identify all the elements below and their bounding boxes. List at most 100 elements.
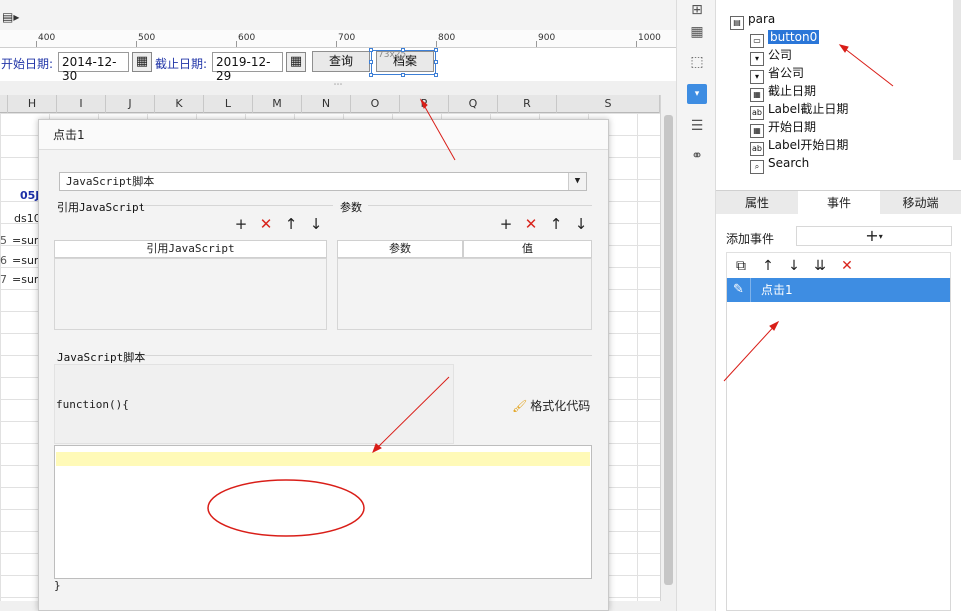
ruler-tick [36,41,37,47]
column-header[interactable]: H [8,95,57,113]
ruler-tick [136,41,137,47]
pane-splitter[interactable]: ⋯ [0,81,676,95]
frame-icon[interactable]: ⬚ [687,52,707,72]
resize-handle[interactable] [369,60,373,64]
tree-item-label: 开始日期 [768,120,817,134]
tab-widget-icon[interactable]: ☰ [687,116,707,136]
column-header[interactable]: J [106,95,155,113]
code-editor[interactable] [54,445,592,579]
tree-item-start-date[interactable]: ▦ 开始日期 [750,119,817,138]
corner-cell [0,95,8,113]
column-header[interactable]: R [498,95,557,113]
delete-icon[interactable]: ✕ [522,215,540,233]
event-item[interactable]: ✎ 点击1 [727,278,950,302]
start-date-input[interactable]: 2014-12-30 [58,52,129,83]
end-date-label: 截止日期: [155,57,208,71]
column-header[interactable]: O [351,95,400,113]
link-icon[interactable]: ⚭ [687,146,707,166]
param-table[interactable] [337,258,592,330]
tree-item-label: Label截止日期 [768,102,849,116]
pencil-icon[interactable]: ✎ [727,278,751,302]
tree-item-button0[interactable]: ▭ button0 [750,29,820,48]
tab-events[interactable]: 事件 [798,191,880,215]
value-column-header[interactable]: 值 [463,240,592,258]
format-code-button[interactable]: 🖌 格式化代码 [512,397,590,414]
calendar-icon[interactable]: ▦ [132,52,152,72]
property-tabs: 属性 事件 移动端 [716,190,961,215]
resize-handle[interactable] [434,60,438,64]
column-header[interactable]: L [204,95,253,113]
script-type-select[interactable]: JavaScript脚本 ▼ [59,172,587,191]
section-divider [143,355,592,356]
delete-icon[interactable]: ✕ [257,215,275,233]
column-header[interactable]: N [302,95,351,113]
row-number: 5 [0,234,7,247]
arrow-up-icon[interactable]: ↑ [758,256,778,276]
tree-item-end-date[interactable]: ▦ 截止日期 [750,83,816,102]
tree-scrollbar[interactable] [953,0,961,160]
ruler-label: 700 [338,33,356,43]
move-bottom-icon[interactable]: ⇊ [810,256,830,276]
column-header[interactable]: M [253,95,302,113]
arrow-up-icon[interactable]: ↑ [547,215,565,233]
ref-js-section-label: 引用JavaScript [57,201,146,214]
column-header[interactable]: Q [449,95,498,113]
calendar-icon[interactable]: ▦ [286,52,306,72]
ref-js-table[interactable] [54,258,327,330]
column-header[interactable]: P [400,95,449,113]
scrollbar-thumb[interactable] [664,115,673,585]
combo-icon: ▾ [750,52,764,66]
add-icon[interactable]: + [232,215,250,233]
event-list [726,278,951,611]
tree-item-label: 公司 [768,48,793,62]
tree-item-label-start-date[interactable]: ab Label开始日期 [750,137,849,156]
tree-root[interactable]: ▤ para [730,11,775,30]
ruler-label: 900 [538,33,556,43]
add-event-button[interactable]: +▾ [796,226,952,246]
arrow-down-icon[interactable]: ↓ [572,215,590,233]
vertical-scrollbar[interactable] [660,95,676,601]
resize-handle[interactable] [369,48,373,52]
ruler-tick [636,41,637,47]
resize-handle[interactable] [434,48,438,52]
dropdown-widget-icon[interactable]: ▾ [687,84,707,104]
add-event-label: 添加事件 [726,232,775,246]
grid-widget-icon[interactable]: ▦ [687,22,707,42]
sheet-cell[interactable]: ds10 [14,212,41,225]
selection-frame[interactable] [369,48,438,77]
param-column-header[interactable]: 参数 [337,240,463,258]
delete-icon[interactable]: ✕ [837,256,857,276]
table-icon[interactable]: ⊞ [687,0,707,20]
tree-item-label: Label开始日期 [768,138,849,152]
resize-handle[interactable] [401,73,405,77]
tab-mobile[interactable]: 移动端 [880,191,961,215]
arrow-up-icon[interactable]: ↑ [282,215,300,233]
arrow-down-icon[interactable]: ↓ [784,256,804,276]
arrow-down-icon[interactable]: ↓ [307,215,325,233]
ruler-label: 1000 [638,33,661,43]
add-icon[interactable]: + [497,215,515,233]
template-icon[interactable]: ▤▸ [2,10,24,26]
tree-item-label-end-date[interactable]: ab Label截止日期 [750,101,849,120]
end-date-input[interactable]: 2019-12-29 [212,52,283,83]
tree-item-label: Search [768,156,810,170]
function-footer: } [54,579,61,592]
tree-item-province-company[interactable]: ▾ 省公司 [750,65,804,84]
query-button[interactable]: 查询 [312,51,370,72]
column-header[interactable]: K [155,95,204,113]
resize-handle[interactable] [401,48,405,52]
copy-icon[interactable]: ⧉ [731,256,751,276]
tree-item-company[interactable]: ▾ 公司 [750,47,793,66]
widget-tree: ▤ para ▭ button0 ▾ 公司 ▾ 省公司 ▦ 截止日期 ab Label截止日… [716,0,961,190]
resize-handle[interactable] [369,73,373,77]
button-icon: ▭ [750,34,764,48]
sheet-cell[interactable]: 05J [20,189,39,202]
ref-js-column-header[interactable]: 引用JavaScript [54,240,327,258]
tree-item-search[interactable]: ⌕ Search [750,155,810,174]
column-header[interactable]: S [557,95,660,113]
column-header[interactable]: I [57,95,106,113]
tab-properties[interactable]: 属性 [716,191,798,215]
resize-handle[interactable] [434,73,438,77]
horizontal-ruler: 400 500 600 700 800 900 1000 [0,30,676,48]
chevron-down-icon[interactable]: ▼ [568,173,586,190]
